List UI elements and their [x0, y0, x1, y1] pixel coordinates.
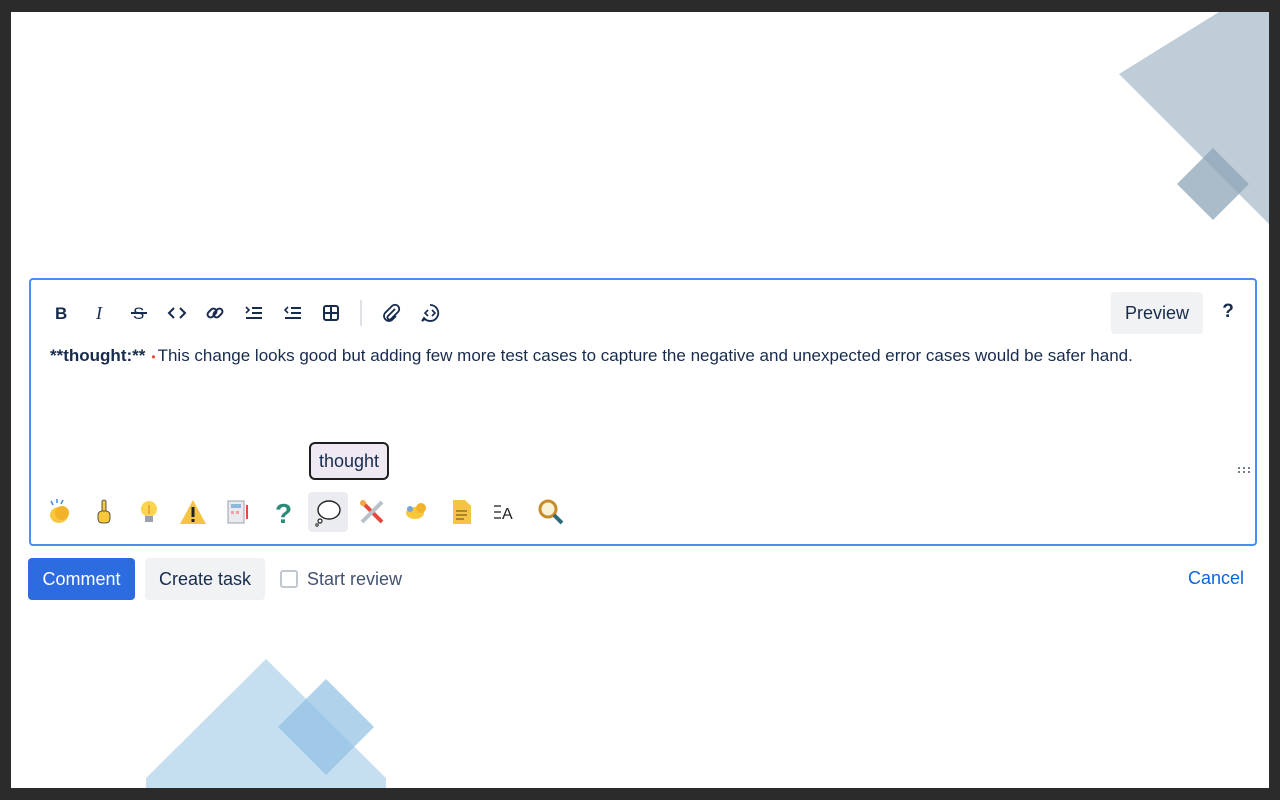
comment-prefix: **thought:**: [50, 346, 146, 365]
canvas: B I S: [11, 12, 1269, 788]
italic-icon[interactable]: I: [85, 298, 115, 328]
thought-balloon-icon[interactable]: [308, 492, 348, 532]
cancel-link[interactable]: Cancel: [1188, 568, 1244, 589]
notepad-icon[interactable]: [442, 492, 482, 532]
toolbar-divider: [360, 300, 362, 326]
comment-button[interactable]: Comment: [28, 558, 135, 600]
attachment-icon[interactable]: [376, 298, 406, 328]
emoji-tooltip: thought: [309, 442, 389, 480]
create-task-button[interactable]: Create task: [145, 558, 265, 600]
emoji-label-row: ? A: [31, 490, 1255, 536]
numbered-list-icon[interactable]: [239, 298, 269, 328]
svg-text:I: I: [95, 303, 103, 323]
caret-marker: •: [151, 350, 156, 364]
bullet-list-icon[interactable]: [278, 298, 308, 328]
table-icon[interactable]: [316, 298, 346, 328]
question-mark-icon[interactable]: ?: [263, 492, 303, 532]
pointing-up-icon[interactable]: [84, 492, 124, 532]
code-icon[interactable]: [162, 298, 192, 328]
bold-icon[interactable]: B: [46, 298, 76, 328]
memo-calculator-icon[interactable]: [218, 492, 258, 532]
strikethrough-icon[interactable]: S: [124, 298, 154, 328]
formatting-toolbar: B I S: [31, 280, 1255, 342]
svg-text:A: A: [502, 506, 513, 523]
resize-handle-icon[interactable]: [1237, 466, 1251, 476]
decoration-top-right: [1119, 12, 1269, 224]
link-icon[interactable]: [200, 298, 230, 328]
warning-icon[interactable]: [173, 492, 213, 532]
preview-button[interactable]: Preview: [1111, 292, 1203, 334]
start-review-label[interactable]: Start review: [307, 569, 402, 590]
comment-body: This change looks good but adding few mo…: [157, 346, 1133, 365]
svg-text:B: B: [55, 304, 67, 323]
svg-text:?: ?: [275, 498, 292, 527]
code-snippet-icon[interactable]: [415, 298, 445, 328]
brain-icon[interactable]: [397, 492, 437, 532]
start-review-checkbox[interactable]: [280, 570, 298, 588]
decoration-bottom-left: [146, 659, 386, 788]
tools-icon[interactable]: [352, 492, 392, 532]
text-format-icon[interactable]: A: [486, 492, 526, 532]
light-bulb-icon[interactable]: [129, 492, 169, 532]
help-button[interactable]: ?: [1213, 294, 1243, 330]
comment-text-area[interactable]: **thought:** • This change looks good but …: [50, 346, 1235, 366]
magnifier-icon[interactable]: [531, 492, 571, 532]
clapping-hands-icon[interactable]: [40, 492, 80, 532]
comment-editor[interactable]: B I S: [29, 278, 1257, 546]
